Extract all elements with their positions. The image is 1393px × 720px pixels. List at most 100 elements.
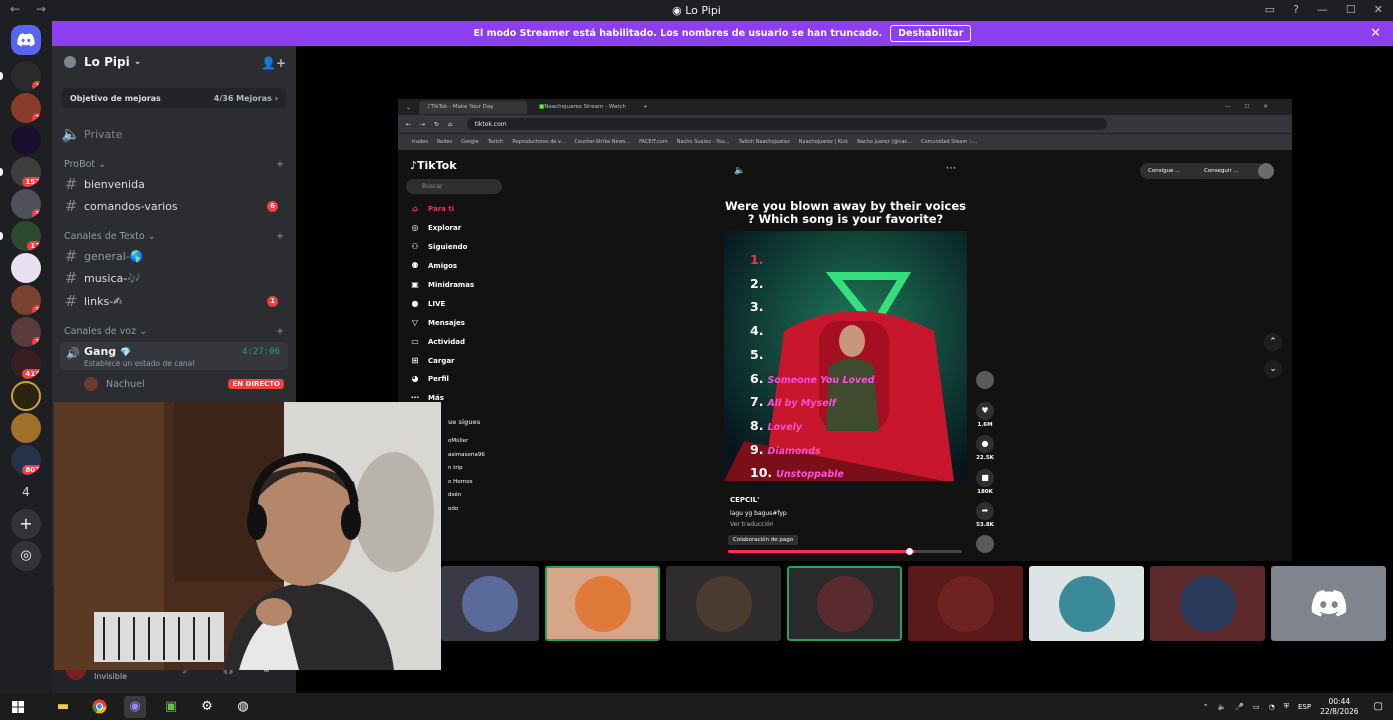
- add-channel-icon[interactable]: +: [276, 231, 284, 242]
- inbox-icon[interactable]: ▭: [1265, 3, 1275, 16]
- server-icon[interactable]: [11, 381, 41, 411]
- bookmark[interactable]: Comunidad Steam ::...: [921, 139, 977, 145]
- shield-icon[interactable]: ⛨: [1284, 702, 1289, 711]
- server-icon[interactable]: 807: [11, 445, 41, 475]
- share-action[interactable]: ➦ 53.8K: [974, 502, 996, 528]
- tiktok-search-input[interactable]: Buscar: [406, 179, 502, 194]
- bookmark[interactable]: Nacho Suarez - You...: [677, 139, 730, 145]
- save-action[interactable]: ■ 180K: [974, 469, 996, 495]
- wifi-icon[interactable]: ◔: [1269, 703, 1275, 711]
- add-channel-icon[interactable]: +: [276, 326, 284, 337]
- server-icon[interactable]: 152: [11, 157, 41, 187]
- participant-tile[interactable]: [1271, 566, 1386, 641]
- bookmark[interactable]: Counter-Strike News...: [574, 139, 630, 145]
- voice-channel-gang[interactable]: 🔊 Gang 💎 4:27:06 Establece un estado de …: [60, 342, 288, 370]
- server-icon[interactable]: [11, 253, 41, 283]
- following-account[interactable]: asimasoria96: [448, 449, 485, 463]
- maximize-button[interactable]: ☐: [1346, 3, 1356, 16]
- chevron-up-icon[interactable]: ⌃: [1203, 703, 1209, 711]
- channel-links[interactable]: # links-✍ 1: [60, 291, 288, 311]
- voice-status[interactable]: Establece un estado de canal: [84, 359, 194, 368]
- channel-private[interactable]: 🔈 Private: [60, 124, 288, 144]
- nav-minidramas[interactable]: ▣ Minidramas: [410, 280, 474, 290]
- microphone-icon[interactable]: 🎤: [1235, 703, 1244, 711]
- language-indicator[interactable]: ESP: [1298, 703, 1311, 711]
- android-studio-icon[interactable]: ▣: [160, 696, 182, 718]
- server-icon[interactable]: 17: [11, 221, 41, 251]
- nav-actividad[interactable]: ▭ Actividad: [410, 337, 465, 347]
- video-progress-bar[interactable]: [728, 550, 962, 553]
- browser-window-controls[interactable]: —☐✕: [1225, 104, 1282, 110]
- nav-mensajes[interactable]: ▽ Mensajes: [410, 318, 465, 328]
- bookmark[interactable]: Naachojuarez | Kick: [799, 139, 848, 145]
- add-channel-icon[interactable]: +: [276, 159, 284, 170]
- browser-tab[interactable]: ♪ TikTok - Make Your Day: [419, 100, 528, 114]
- nav-perfil[interactable]: ◕ Perfil: [410, 374, 449, 384]
- clock[interactable]: 00:44 22/8/2026: [1320, 697, 1358, 717]
- server-icon[interactable]: 413: [11, 349, 41, 379]
- discord-home-button[interactable]: [11, 25, 41, 55]
- new-tab-button[interactable]: +: [643, 104, 648, 110]
- bookmark[interactable]: Reproductores de v...: [512, 139, 565, 145]
- server-icon[interactable]: [11, 413, 41, 443]
- participant-tile[interactable]: [787, 566, 902, 641]
- server-icon[interactable]: 3: [11, 317, 41, 347]
- guild-header[interactable]: Lo Pipi ⌄ 👤+: [52, 46, 296, 78]
- discord-taskbar-icon[interactable]: ◉: [124, 695, 146, 718]
- following-account[interactable]: n trip: [448, 462, 485, 476]
- notifications-icon[interactable]: ▢: [1374, 701, 1383, 712]
- more-options-icon[interactable]: ⋯: [946, 163, 956, 174]
- nav-para-ti[interactable]: ⌂ Para ti: [410, 204, 454, 214]
- participant-tile[interactable]: [441, 566, 539, 641]
- url-bar[interactable]: tiktok.com: [466, 118, 1107, 130]
- nav-live[interactable]: ● LIVE: [410, 299, 446, 309]
- get-app-button[interactable]: Conseguir ...: [1196, 163, 1266, 179]
- like-action[interactable]: ♥ 1.6M: [974, 402, 996, 428]
- scroll-down-button[interactable]: ⌄: [1264, 360, 1282, 378]
- bookmark[interactable]: trades: [412, 139, 428, 145]
- invite-people-icon[interactable]: 👤+: [261, 56, 286, 70]
- bookmark[interactable]: Twitch Naachojuarez: [739, 139, 790, 145]
- chrome-icon[interactable]: [88, 696, 110, 718]
- server-icon[interactable]: 1: [11, 61, 41, 91]
- channel-general[interactable]: # general-🌎: [60, 246, 288, 266]
- channel-bienvenida[interactable]: # bienvenida: [60, 174, 288, 194]
- bookmark[interactable]: Google: [461, 139, 479, 145]
- minimize-button[interactable]: —: [1317, 3, 1328, 16]
- server-icon[interactable]: 3: [11, 189, 41, 219]
- following-account[interactable]: oMüller: [448, 435, 485, 449]
- participant-tile[interactable]: [545, 566, 660, 641]
- avatar[interactable]: [976, 371, 994, 389]
- server-folder-count[interactable]: 4: [11, 477, 41, 507]
- server-icon[interactable]: 3: [11, 285, 41, 315]
- tab-menu-icon[interactable]: ⌄: [406, 104, 411, 111]
- bookmark[interactable]: Nacho juarez (@nac...: [857, 139, 912, 145]
- start-button[interactable]: [7, 696, 29, 718]
- comment-action[interactable]: ● 22.5K: [974, 435, 996, 461]
- nav-siguiendo[interactable]: ⚇ Siguiendo: [410, 242, 467, 252]
- translate-link[interactable]: Ver traducción: [730, 521, 774, 528]
- volume-icon[interactable]: 🔈: [734, 166, 745, 176]
- participant-tile[interactable]: [908, 566, 1023, 641]
- explore-icon[interactable]: ◎: [11, 541, 41, 571]
- disable-streamer-button[interactable]: Deshabilitar: [890, 25, 972, 42]
- bookmark[interactable]: Redes: [437, 139, 452, 145]
- scroll-up-button[interactable]: ⌃: [1264, 333, 1282, 351]
- avatar[interactable]: [1258, 163, 1274, 179]
- close-window-button[interactable]: ✕: [1374, 3, 1383, 16]
- close-icon[interactable]: ✕: [1370, 26, 1381, 41]
- browser-tab[interactable]: ■ Naachojuarez Stream - Watch: [531, 101, 639, 114]
- following-account[interactable]: o Hornos: [448, 476, 485, 490]
- participant-tile[interactable]: [666, 566, 781, 641]
- category-probot[interactable]: ProBot ⌄ +: [64, 159, 284, 170]
- browser-nav-icons[interactable]: ←→↻⌂: [406, 121, 461, 128]
- volume-icon[interactable]: 🔈: [1218, 703, 1227, 711]
- nav-cargar[interactable]: ⊞ Cargar: [410, 356, 455, 366]
- nav-explorar[interactable]: ◎ Explorar: [410, 223, 462, 233]
- help-icon[interactable]: ?: [1293, 3, 1299, 16]
- file-explorer-icon[interactable]: ▬: [52, 696, 74, 718]
- participant-tile[interactable]: [1029, 566, 1144, 641]
- following-account[interactable]: dsén: [448, 489, 485, 503]
- video-author[interactable]: CEPCIL': [730, 496, 759, 504]
- channel-comandos-varios[interactable]: # comandos-varios 6: [60, 196, 288, 216]
